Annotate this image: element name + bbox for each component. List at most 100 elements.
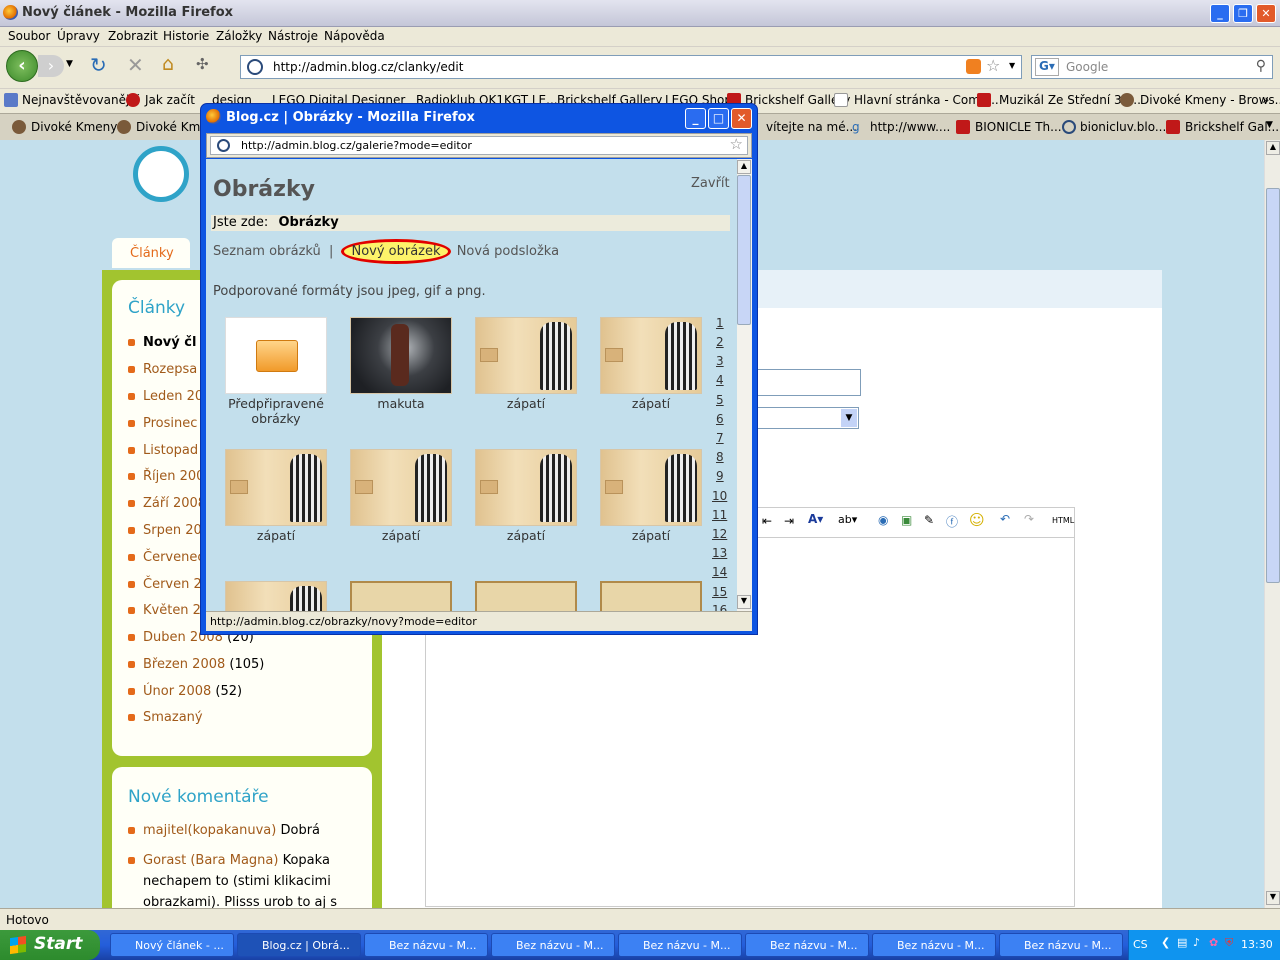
new-folder-link[interactable]: Nová podsložka	[457, 244, 559, 259]
gallery-item-header[interactable]	[350, 581, 452, 611]
page-link[interactable]: 4	[716, 373, 724, 387]
forward-button-icon[interactable]: ›	[38, 55, 64, 77]
google-engine-icon[interactable]: G▾	[1035, 58, 1059, 76]
bookmark-item[interactable]: BIONICLE Th...	[975, 120, 1062, 134]
gallery-item-footer[interactable]	[350, 449, 452, 526]
gallery-item-footer[interactable]	[225, 581, 327, 611]
bookmark-item[interactable]: http://www....	[870, 120, 950, 134]
tab-articles[interactable]: Články	[112, 238, 190, 268]
taskbar-item[interactable]: Bez názvu - M...	[999, 933, 1123, 957]
url-dropdown-icon[interactable]: ▼	[1009, 61, 1015, 70]
app-icon[interactable]: ✿	[1209, 936, 1218, 949]
page-link[interactable]: 10	[712, 489, 727, 503]
link-icon[interactable]: ◉	[878, 513, 888, 527]
gallery-item-footer[interactable]	[600, 317, 702, 394]
page-link[interactable]: 9	[716, 469, 724, 483]
sidebar-item[interactable]: Květen 2	[128, 603, 201, 618]
back-button-icon[interactable]: ‹	[6, 50, 38, 82]
sidebar-item[interactable]: Leden 20	[128, 389, 203, 404]
scroll-down-icon[interactable]: ▼	[1266, 891, 1280, 905]
menu-item-help[interactable]: Nápověda	[324, 29, 385, 43]
reload-icon[interactable]: ↻	[90, 53, 107, 77]
tray-expand-icon[interactable]: ❮	[1161, 936, 1170, 949]
sidebar-item[interactable]: Březen 2008 (105)	[128, 657, 264, 672]
sidebar-item[interactable]: Únor 2008 (52)	[128, 684, 242, 699]
sidebar-item[interactable]: Prosinec	[128, 416, 197, 431]
popup-url-text[interactable]: http://admin.blog.cz/galerie?mode=editor	[241, 139, 472, 152]
minimize-button[interactable]: _	[1210, 4, 1230, 23]
extension-icon[interactable]: ✣	[196, 55, 209, 73]
smiley-icon[interactable]: ☺	[969, 511, 985, 529]
sidebar-item[interactable]: Srpen 20	[128, 523, 202, 538]
menu-item-view[interactable]: Zobrazit	[108, 29, 158, 43]
main-scrollbar[interactable]: ▲ ▼	[1264, 140, 1280, 908]
bookmark-item[interactable]: Divoké Kmeny	[31, 120, 117, 134]
menu-item-tools[interactable]: Nástroje	[268, 29, 318, 43]
more-bookmarks-icon[interactable]: »	[1262, 93, 1269, 107]
page-link[interactable]: 1	[716, 316, 724, 330]
page-link[interactable]: 3	[716, 354, 724, 368]
bookmark-item[interactable]: Nejnavštěvovanější	[22, 93, 139, 107]
scroll-thumb[interactable]	[1266, 188, 1280, 583]
gallery-item-header[interactable]	[475, 581, 577, 611]
sidebar-item[interactable]: Říjen 200	[128, 469, 204, 484]
language-indicator[interactable]: CS	[1133, 938, 1148, 951]
antivirus-icon[interactable]: ⛨	[1225, 936, 1233, 950]
edit-icon[interactable]: ✎	[924, 513, 934, 527]
search-box[interactable]: G▾ Google ⚲	[1031, 55, 1273, 79]
site-identity-icon[interactable]	[247, 59, 263, 75]
sidebar-item[interactable]: Rozepsa	[128, 362, 197, 377]
taskbar-item[interactable]: Bez názvu - M...	[872, 933, 996, 957]
start-button[interactable]: Start	[0, 930, 100, 960]
scroll-up-icon[interactable]: ▲	[737, 160, 751, 174]
page-link[interactable]: 12	[712, 527, 727, 541]
image-list-link[interactable]: Seznam obrázků	[213, 244, 321, 259]
url-bar[interactable]: http://admin.blog.cz/clanky/edit ☆ ▼	[240, 55, 1022, 79]
stop-icon[interactable]: ✕	[127, 53, 144, 77]
close-button[interactable]: ✕	[1256, 4, 1276, 23]
gallery-item-footer[interactable]	[475, 449, 577, 526]
sidebar-item[interactable]: Nový čl	[128, 335, 196, 350]
page-link[interactable]: 11	[712, 508, 727, 522]
bookmark-star-icon[interactable]: ☆	[730, 135, 743, 153]
taskbar-item[interactable]: Bez názvu - M...	[364, 933, 488, 957]
gallery-item-footer[interactable]	[600, 449, 702, 526]
menu-item-edit[interactable]: Úpravy	[57, 29, 100, 43]
popup-close-button[interactable]: ✕	[731, 108, 752, 129]
popup-minimize-button[interactable]: _	[685, 108, 706, 129]
url-text[interactable]: http://admin.blog.cz/clanky/edit	[273, 60, 463, 74]
taskbar-item[interactable]: Nový článek - ...	[110, 933, 234, 957]
rss-icon[interactable]	[966, 59, 981, 74]
gallery-item-photo[interactable]	[350, 317, 452, 394]
sidebar-item[interactable]: Září 2008	[128, 496, 206, 511]
bookmark-item[interactable]: Jak začít	[145, 93, 195, 107]
redo-icon[interactable]: ↷	[1024, 512, 1034, 526]
title-input[interactable]	[755, 369, 861, 396]
gallery-item-folder[interactable]	[225, 317, 327, 394]
scroll-thumb[interactable]	[737, 175, 751, 325]
menu-item-history[interactable]: Historie	[163, 29, 209, 43]
scroll-up-icon[interactable]: ▲	[1266, 141, 1280, 155]
bookmark-item[interactable]: Divoké Kmeny - Brows...	[1140, 93, 1280, 107]
taskbar-item[interactable]: Bez názvu - M...	[618, 933, 742, 957]
image-icon[interactable]: ▣	[901, 513, 912, 527]
page-link[interactable]: 5	[716, 393, 724, 407]
search-input[interactable]: Google	[1066, 60, 1108, 74]
home-icon[interactable]: ⌂	[162, 53, 174, 75]
bookmarks-overflow-icon[interactable]: ▼	[1266, 120, 1273, 130]
html-icon[interactable]: HTML	[1052, 516, 1074, 525]
comment-author[interactable]: majitel(kopakanuva)	[143, 823, 276, 838]
taskbar-item[interactable]: Bez názvu - M...	[745, 933, 869, 957]
bookmark-item[interactable]: bionicluv.blo...	[1080, 120, 1166, 134]
popup-scrollbar[interactable]: ▲ ▼	[737, 159, 752, 611]
taskbar-item-active[interactable]: Blog.cz | Obrá...	[237, 933, 361, 957]
outdent-icon[interactable]: ⇤	[762, 514, 772, 528]
sidebar-item[interactable]: Červenec	[128, 550, 205, 565]
page-link[interactable]: 16	[712, 603, 727, 611]
category-select[interactable]: ▼	[755, 407, 859, 429]
history-dropdown-icon[interactable]: ▼	[66, 59, 73, 69]
bookmark-star-icon[interactable]: ☆	[986, 56, 1000, 75]
flash-icon[interactable]: ⓕ	[946, 513, 958, 530]
gallery-item-footer[interactable]	[475, 317, 577, 394]
sidebar-item[interactable]: Smazaný	[128, 710, 203, 725]
